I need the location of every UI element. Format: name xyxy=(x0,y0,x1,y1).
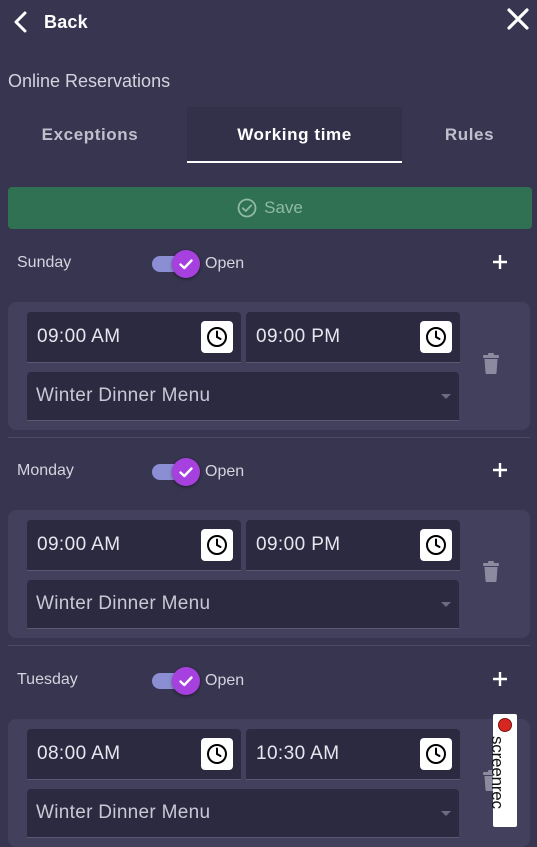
divider xyxy=(8,437,530,438)
check-circle-icon xyxy=(237,198,257,218)
add-slot-button[interactable] xyxy=(488,667,512,691)
watermark-text: screenrec xyxy=(488,736,507,809)
day-sunday: Sunday Open 09:00 AM 09:00 PM Winter Din… xyxy=(8,244,530,430)
menu-value: Winter Dinner Menu xyxy=(36,802,211,823)
tab-working-time[interactable]: Working time xyxy=(187,107,402,163)
end-time-field[interactable]: 09:00 PM xyxy=(246,520,460,571)
clock-icon xyxy=(426,744,446,764)
open-label: Open xyxy=(205,463,245,480)
menu-select[interactable]: Winter Dinner Menu xyxy=(27,789,459,838)
delete-slot-button[interactable] xyxy=(482,561,500,583)
day-tuesday: Tuesday Open 08:00 AM 10:30 AM Winter Di… xyxy=(8,661,530,847)
end-time-picker-button[interactable] xyxy=(420,738,452,770)
start-time-field[interactable]: 08:00 AM xyxy=(27,729,241,780)
clock-icon xyxy=(207,535,227,555)
check-icon xyxy=(179,676,193,687)
open-toggle[interactable] xyxy=(152,250,206,278)
menu-select[interactable]: Winter Dinner Menu xyxy=(27,372,459,421)
plus-icon xyxy=(493,463,507,477)
time-slot-card: 09:00 AM 09:00 PM Winter Dinner Menu xyxy=(8,510,530,638)
divider xyxy=(8,645,530,646)
screenrec-watermark: screenrec xyxy=(488,714,517,827)
close-icon xyxy=(507,8,529,30)
start-time-value: 08:00 AM xyxy=(37,743,121,764)
menu-select[interactable]: Winter Dinner Menu xyxy=(27,580,459,629)
section-title: Online Reservations xyxy=(8,71,171,91)
day-header: Sunday Open xyxy=(8,244,530,284)
end-time-field[interactable]: 09:00 PM xyxy=(246,312,460,363)
end-time-value: 10:30 AM xyxy=(256,743,340,764)
start-time-picker-button[interactable] xyxy=(201,529,233,561)
end-time-picker-button[interactable] xyxy=(420,529,452,561)
clock-icon xyxy=(207,327,227,347)
watermark-text-wrap: screenrec xyxy=(488,736,515,826)
open-toggle[interactable] xyxy=(152,458,206,486)
start-time-field[interactable]: 09:00 AM xyxy=(27,312,241,363)
open-label: Open xyxy=(205,672,245,689)
record-dot-icon xyxy=(498,718,512,732)
time-slot-card: 09:00 AM 09:00 PM Winter Dinner Menu xyxy=(8,302,530,430)
back-button[interactable]: Back xyxy=(12,8,88,36)
toggle-knob xyxy=(172,667,200,695)
plus-icon xyxy=(493,255,507,269)
clock-icon xyxy=(426,327,446,347)
end-time-field[interactable]: 10:30 AM xyxy=(246,729,460,780)
start-time-picker-button[interactable] xyxy=(201,321,233,353)
day-name: Tuesday xyxy=(17,671,78,688)
start-time-value: 09:00 AM xyxy=(37,326,121,347)
trash-icon xyxy=(483,561,499,582)
save-label: Save xyxy=(264,198,303,217)
top-bar: Back xyxy=(0,0,537,44)
dropdown-arrow-icon xyxy=(441,602,451,607)
trash-icon xyxy=(483,353,499,374)
toggle-knob xyxy=(172,458,200,486)
start-time-picker-button[interactable] xyxy=(201,738,233,770)
check-icon xyxy=(179,259,193,270)
start-time-value: 09:00 AM xyxy=(37,534,121,555)
menu-value: Winter Dinner Menu xyxy=(36,385,211,406)
end-time-value: 09:00 PM xyxy=(256,326,341,347)
delete-slot-button[interactable] xyxy=(482,353,500,375)
plus-icon xyxy=(493,672,507,686)
add-slot-button[interactable] xyxy=(488,458,512,482)
save-button[interactable]: Save xyxy=(8,187,532,229)
day-name: Sunday xyxy=(17,254,72,271)
day-header: Tuesday Open xyxy=(8,661,530,701)
dropdown-arrow-icon xyxy=(441,394,451,399)
toggle-knob xyxy=(172,250,200,278)
end-time-value: 09:00 PM xyxy=(256,534,341,555)
back-label: Back xyxy=(44,11,88,32)
clock-icon xyxy=(207,744,227,764)
close-button[interactable] xyxy=(503,4,533,34)
tab-bar: Exceptions Working time Rules xyxy=(0,107,537,163)
day-name: Monday xyxy=(17,462,74,479)
chevron-left-icon xyxy=(14,11,27,33)
end-time-picker-button[interactable] xyxy=(420,321,452,353)
start-time-field[interactable]: 09:00 AM xyxy=(27,520,241,571)
tab-rules[interactable]: Rules xyxy=(402,107,537,163)
day-header: Monday Open xyxy=(8,452,530,492)
dropdown-arrow-icon xyxy=(441,811,451,816)
add-slot-button[interactable] xyxy=(488,250,512,274)
menu-value: Winter Dinner Menu xyxy=(36,593,211,614)
open-label: Open xyxy=(205,255,245,272)
tab-exceptions[interactable]: Exceptions xyxy=(0,107,180,163)
open-toggle[interactable] xyxy=(152,667,206,695)
day-monday: Monday Open 09:00 AM 09:00 PM Winter Din… xyxy=(8,452,530,638)
clock-icon xyxy=(426,535,446,555)
check-icon xyxy=(179,467,193,478)
time-slot-card: 08:00 AM 10:30 AM Winter Dinner Menu xyxy=(8,719,530,847)
